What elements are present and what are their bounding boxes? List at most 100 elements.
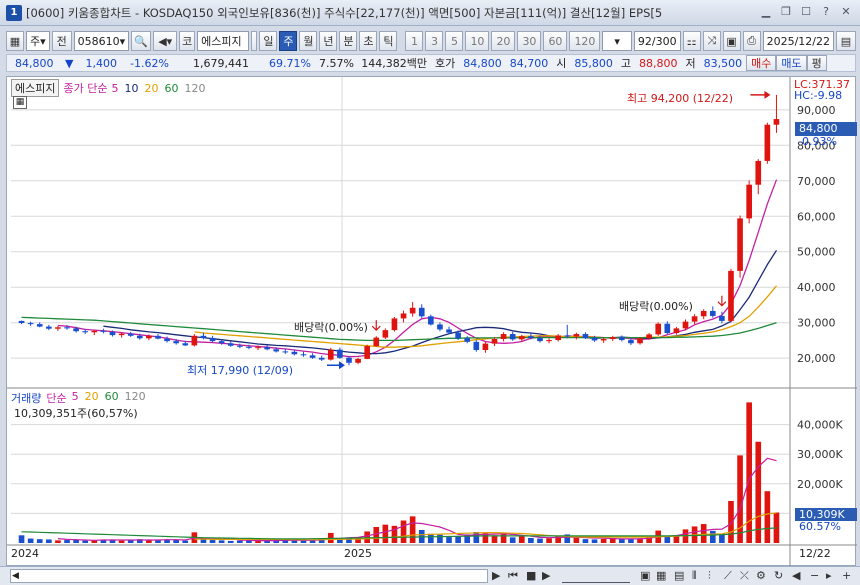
candle-body: [700, 310, 707, 317]
candle-toggle-icon[interactable]: ⚏: [682, 31, 701, 51]
search-icon[interactable]: 🔍: [131, 31, 152, 51]
volume-bar: [709, 530, 716, 543]
buy-button[interactable]: 매수: [746, 55, 777, 71]
volume-bar: [18, 535, 25, 543]
candle-body: [582, 334, 589, 338]
candle-body: [36, 324, 43, 327]
volume-ma-line-5: [57, 457, 777, 542]
draw-icon[interactable]: ⤨: [702, 31, 721, 51]
ma-period-label: 10: [124, 81, 139, 95]
ma-periods: 5 10 20 60 120: [111, 82, 205, 95]
bottom-bar: ◀ ▶ ⏮ ■ ▶ ▣ ▦ ▤ ⫴ ⫶ ⟋ ⤫ ⚙ ↻ ◀ − ▸ +: [0, 566, 860, 585]
candle-body: [464, 338, 471, 342]
save-icon[interactable]: ▣: [722, 31, 741, 51]
bar-count-input[interactable]: 92/300: [633, 31, 681, 51]
candle-body: [82, 331, 89, 333]
play-icon[interactable]: ▶: [492, 569, 500, 583]
chart-canvas[interactable]: 20,00030,00040,00050,00060,00070,00080,0…: [7, 77, 857, 567]
print-icon[interactable]: ⎙: [742, 31, 761, 51]
sell-button[interactable]: 매도: [776, 55, 807, 71]
interval-button[interactable]: 3: [425, 31, 444, 51]
help-icon[interactable]: ?: [818, 4, 834, 20]
high-arrow-head: [764, 90, 771, 99]
period-tab[interactable]: 틱: [379, 31, 398, 51]
grid-menu-icon[interactable]: ▦: [6, 31, 24, 51]
line-icon[interactable]: ⫶: [708, 569, 711, 583]
forward-icon[interactable]: ▶: [542, 569, 550, 583]
close-icon[interactable]: ✕: [838, 4, 854, 20]
interval-button[interactable]: 10: [465, 31, 490, 51]
interval-button[interactable]: 60: [543, 31, 568, 51]
split-icon[interactable]: ▦: [656, 569, 666, 583]
candle-body: [264, 347, 270, 350]
candle-body: [391, 318, 398, 331]
period-tab[interactable]: 분: [339, 31, 358, 51]
date-input[interactable]: 2025/12/22: [762, 31, 834, 51]
volume-bar: [237, 540, 243, 543]
chevron-down-icon[interactable]: ▾: [120, 35, 126, 48]
candle-body: [437, 324, 443, 330]
market-button[interactable]: 코: [179, 31, 196, 51]
x-label-end: 12/22: [799, 547, 831, 560]
stop-icon[interactable]: ■: [526, 569, 536, 583]
fullscreen-icon[interactable]: ▸: [826, 569, 832, 583]
chart-area[interactable]: 20,000 30,000 40,000 50,000 60,000 70,000 80,0…: [6, 76, 857, 567]
indicator-icon[interactable]: ⤫: [740, 569, 749, 583]
candle-body: [628, 340, 634, 344]
candle-body: [146, 335, 152, 339]
volume-tick-label: 20,000K: [797, 478, 843, 491]
settings-icon[interactable]: ⚙: [756, 569, 766, 583]
x-label-2024: 2024: [11, 547, 39, 560]
volume-bar: [227, 540, 234, 543]
speaker-icon[interactable]: ◀▾: [153, 31, 178, 51]
interval-button[interactable]: 120: [569, 31, 601, 51]
candle-body: [227, 343, 234, 346]
period-tab[interactable]: 년: [319, 31, 338, 51]
period-tab[interactable]: 초: [359, 31, 378, 51]
horizontal-scrollbar[interactable]: ◀: [10, 569, 488, 583]
table-icon[interactable]: ▦: [13, 96, 27, 109]
period-tab[interactable]: 주: [279, 31, 298, 51]
volume-bar: [455, 535, 461, 543]
zoom-slider[interactable]: [562, 569, 630, 583]
dividend-marker-1: [371, 320, 381, 332]
candle-icon[interactable]: ⫴: [692, 569, 697, 583]
restore-icon[interactable]: ❐: [778, 4, 794, 20]
calendar-icon[interactable]: ▤: [836, 31, 856, 51]
interval-button[interactable]: 30: [517, 31, 542, 51]
interval-button[interactable]: 5: [445, 31, 464, 51]
high-annotation: 최고 94,200 (12/22): [627, 92, 734, 105]
trend-icon[interactable]: ⟋: [724, 569, 732, 583]
period-tab[interactable]: 일: [259, 31, 278, 51]
interval-button[interactable]: 20: [491, 31, 516, 51]
ma-label: 종가 단순: [63, 82, 108, 95]
table-view-icon[interactable]: ▤: [674, 569, 684, 583]
interval-button[interactable]: 1: [405, 31, 424, 51]
code-input[interactable]: 058610 ▾: [73, 31, 130, 51]
refresh-icon[interactable]: ↻: [774, 569, 783, 583]
period-tab[interactable]: 월: [299, 31, 318, 51]
layout-icon[interactable]: ▣: [640, 569, 650, 583]
maximize-icon[interactable]: ☐: [798, 4, 814, 20]
eval-button[interactable]: 평: [806, 55, 827, 71]
interval-custom-input[interactable]: ▾: [602, 31, 632, 51]
ma-period-label: 60: [164, 81, 179, 95]
stock-name-field[interactable]: 에스피지: [197, 31, 250, 51]
volume-bar: [173, 540, 179, 543]
candle-body: [709, 310, 716, 316]
candle-body: [237, 345, 243, 347]
stock-name-tag[interactable]: 에스피지: [11, 79, 60, 97]
scroll-left-icon[interactable]: ◀: [12, 571, 22, 581]
scroll-right-icon[interactable]: ◀: [792, 569, 800, 583]
toolbar: ▦ 주 ▾ 전 058610 ▾ 🔍 ◀▾ 코 에스피지 일주월년분초틱 1 3 5 10…: [6, 30, 856, 52]
period-kind-select[interactable]: 주 ▾: [26, 31, 50, 51]
minimize-icon[interactable]: ▁: [758, 4, 774, 20]
candle-body: [591, 337, 598, 341]
zoom-in-icon[interactable]: +: [842, 569, 851, 583]
ask-price-1: 84,800: [463, 56, 502, 70]
candle-body: [673, 328, 680, 333]
rewind-icon[interactable]: ⏮: [508, 569, 518, 583]
candle-body: [64, 327, 70, 329]
adjust-button[interactable]: 전: [51, 31, 72, 51]
zoom-out-icon[interactable]: −: [810, 569, 819, 583]
